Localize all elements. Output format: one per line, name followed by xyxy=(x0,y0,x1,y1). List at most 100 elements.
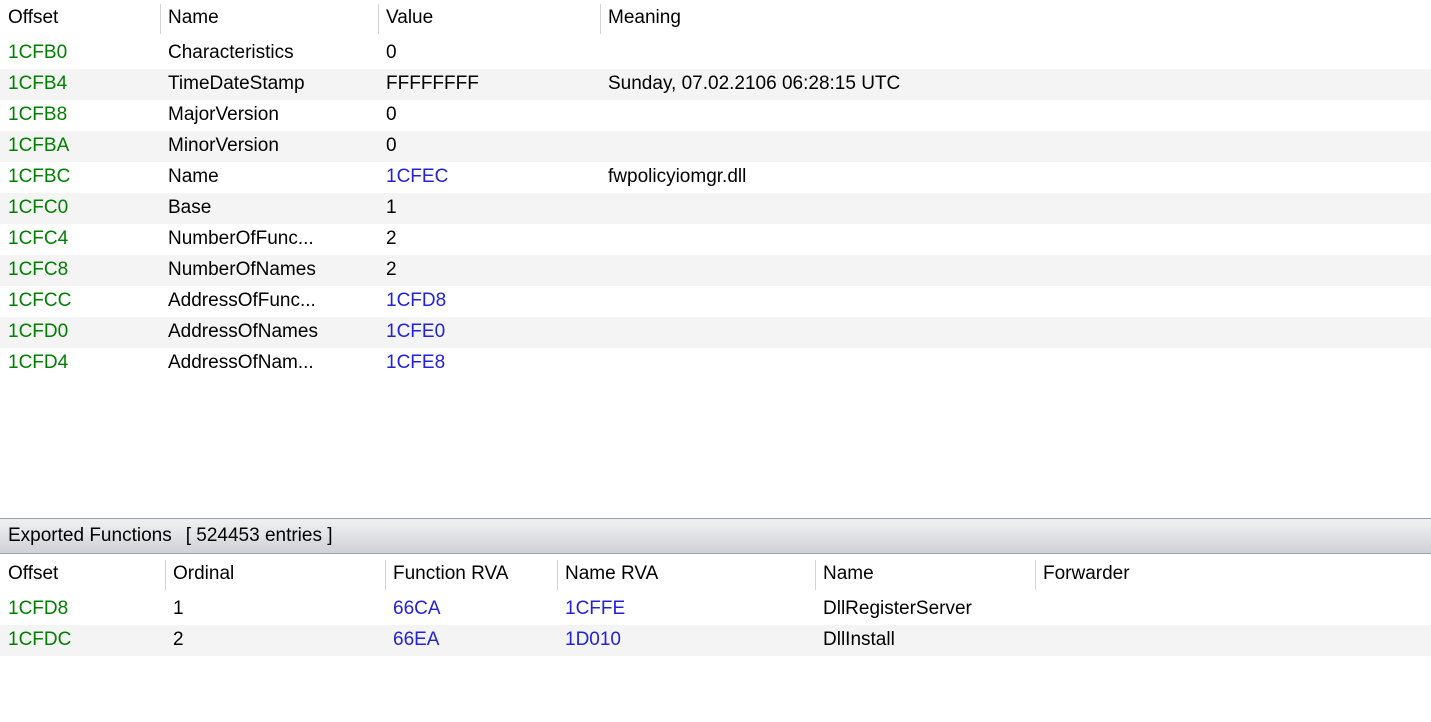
cell-name: DllInstall xyxy=(815,625,1035,656)
table-row[interactable]: 1CFD4 AddressOfNam... 1CFE8 xyxy=(0,348,1431,379)
column-header-name[interactable]: Name xyxy=(160,0,378,38)
cell-meaning xyxy=(600,286,1431,317)
cell-ordinal: 1 xyxy=(165,594,385,625)
cell-forwarder xyxy=(1035,594,1431,625)
cell-name: AddressOfNames xyxy=(160,317,378,348)
cell-value: 0 xyxy=(378,131,600,162)
column-header-offset[interactable]: Offset xyxy=(0,0,160,38)
cell-meaning xyxy=(600,317,1431,348)
cell-name-rva: 1CFFE xyxy=(557,594,815,625)
cell-name: Characteristics xyxy=(160,38,378,69)
column-separator[interactable] xyxy=(1035,560,1036,590)
column-header-label: Name xyxy=(823,563,874,584)
cell-value: 0 xyxy=(378,100,600,131)
column-header-label: Ordinal xyxy=(173,563,235,584)
exported-functions-table: Offset Ordinal Function RVA Name RVA Nam… xyxy=(0,556,1431,656)
cell-offset: 1CFBC xyxy=(0,162,160,193)
column-header-offset[interactable]: Offset xyxy=(0,556,165,594)
column-separator[interactable] xyxy=(165,560,166,590)
cell-offset: 1CFB0 xyxy=(0,38,160,69)
column-separator[interactable] xyxy=(600,4,601,34)
cell-offset: 1CFC0 xyxy=(0,193,160,224)
cell-value: 1CFEC xyxy=(378,162,600,193)
table-row[interactable]: 1CFC8 NumberOfNames 2 xyxy=(0,255,1431,286)
column-header-label: Meaning xyxy=(608,7,681,28)
table-row[interactable]: 1CFD8 1 66CA 1CFFE DllRegisterServer xyxy=(0,594,1431,625)
cell-value: 1 xyxy=(378,193,600,224)
cell-name: Base xyxy=(160,193,378,224)
column-separator[interactable] xyxy=(378,4,379,34)
column-header-label: Function RVA xyxy=(393,563,509,584)
cell-meaning xyxy=(600,224,1431,255)
export-directory-table: Offset Name Value Meaning 1CFB0 Character… xyxy=(0,0,1431,379)
cell-offset: 1CFC8 xyxy=(0,255,160,286)
column-separator[interactable] xyxy=(160,4,161,34)
cell-function-rva: 66EA xyxy=(385,625,557,656)
cell-meaning: Sunday, 07.02.2106 06:28:15 UTC xyxy=(600,69,1431,100)
cell-function-rva: 66CA xyxy=(385,594,557,625)
table-row[interactable]: 1CFDC 2 66EA 1D010 DllInstall xyxy=(0,625,1431,656)
cell-offset: 1CFDC xyxy=(0,625,165,656)
cell-meaning xyxy=(600,255,1431,286)
table-row[interactable]: 1CFB0 Characteristics 0 xyxy=(0,38,1431,69)
column-header-label: Value xyxy=(386,7,434,28)
exported-functions-panel: Exported Functions [ 524453 entries ] Of… xyxy=(0,518,1431,656)
table-row[interactable]: 1CFB4 TimeDateStamp FFFFFFFF Sunday, 07.02.… xyxy=(0,69,1431,100)
export-directory-table-panel: Offset Name Value Meaning 1CFB0 Character… xyxy=(0,0,1431,379)
exported-functions-entry-count: [ 524453 entries ] xyxy=(185,525,333,546)
column-header-label: Forwarder xyxy=(1043,563,1130,584)
cell-name: AddressOfNam... xyxy=(160,348,378,379)
column-header-function-rva[interactable]: Function RVA xyxy=(385,556,557,594)
column-header-forwarder[interactable]: Forwarder xyxy=(1035,556,1431,594)
cell-meaning xyxy=(600,348,1431,379)
cell-name: NumberOfNames xyxy=(160,255,378,286)
column-header-label: Name RVA xyxy=(565,563,659,584)
table-row[interactable]: 1CFD0 AddressOfNames 1CFE0 xyxy=(0,317,1431,348)
export-directory-header-row: Offset Name Value Meaning xyxy=(0,0,1431,38)
cell-meaning xyxy=(600,131,1431,162)
cell-offset: 1CFB4 xyxy=(0,69,160,100)
table-row[interactable]: 1CFBA MinorVersion 0 xyxy=(0,131,1431,162)
table-row[interactable]: 1CFB8 MajorVersion 0 xyxy=(0,100,1431,131)
cell-name: DllRegisterServer xyxy=(815,594,1035,625)
cell-value: 2 xyxy=(378,224,600,255)
column-header-ordinal[interactable]: Ordinal xyxy=(165,556,385,594)
cell-offset: 1CFCC xyxy=(0,286,160,317)
cell-ordinal: 2 xyxy=(165,625,385,656)
column-separator[interactable] xyxy=(557,560,558,590)
exported-functions-title-bar: Exported Functions [ 524453 entries ] xyxy=(0,518,1431,554)
cell-name: MajorVersion xyxy=(160,100,378,131)
table-row[interactable]: 1CFCC AddressOfFunc... 1CFD8 xyxy=(0,286,1431,317)
column-header-label: Name xyxy=(168,7,219,28)
column-header-label: Offset xyxy=(8,7,59,28)
table-row[interactable]: 1CFC4 NumberOfFunc... 2 xyxy=(0,224,1431,255)
cell-value: 2 xyxy=(378,255,600,286)
cell-name-rva: 1D010 xyxy=(557,625,815,656)
export-directory-body: 1CFB0 Characteristics 0 1CFB4 TimeDateStamp F… xyxy=(0,38,1431,379)
table-row[interactable]: 1CFC0 Base 1 xyxy=(0,193,1431,224)
column-separator[interactable] xyxy=(815,560,816,590)
cell-offset: 1CFD0 xyxy=(0,317,160,348)
cell-offset: 1CFB8 xyxy=(0,100,160,131)
column-header-label: Offset xyxy=(8,563,59,584)
column-header-name[interactable]: Name xyxy=(815,556,1035,594)
cell-value: 1CFD8 xyxy=(378,286,600,317)
column-separator[interactable] xyxy=(385,560,386,590)
cell-value: 0 xyxy=(378,38,600,69)
column-header-value[interactable]: Value xyxy=(378,0,600,38)
column-header-meaning[interactable]: Meaning xyxy=(600,0,1431,38)
cell-offset: 1CFD8 xyxy=(0,594,165,625)
cell-offset: 1CFC4 xyxy=(0,224,160,255)
exported-functions-title: Exported Functions xyxy=(8,525,172,546)
cell-value: 1CFE0 xyxy=(378,317,600,348)
table-row[interactable]: 1CFBC Name 1CFEC fwpolicyiomgr.dll xyxy=(0,162,1431,193)
cell-meaning xyxy=(600,100,1431,131)
exported-functions-table-panel: Offset Ordinal Function RVA Name RVA Nam… xyxy=(0,556,1431,656)
cell-name: TimeDateStamp xyxy=(160,69,378,100)
cell-meaning: fwpolicyiomgr.dll xyxy=(600,162,1431,193)
column-header-name-rva[interactable]: Name RVA xyxy=(557,556,815,594)
cell-forwarder xyxy=(1035,625,1431,656)
cell-name: MinorVersion xyxy=(160,131,378,162)
exported-functions-body: 1CFD8 1 66CA 1CFFE DllRegisterServer 1CFDC 2 66… xyxy=(0,594,1431,656)
cell-name: Name xyxy=(160,162,378,193)
